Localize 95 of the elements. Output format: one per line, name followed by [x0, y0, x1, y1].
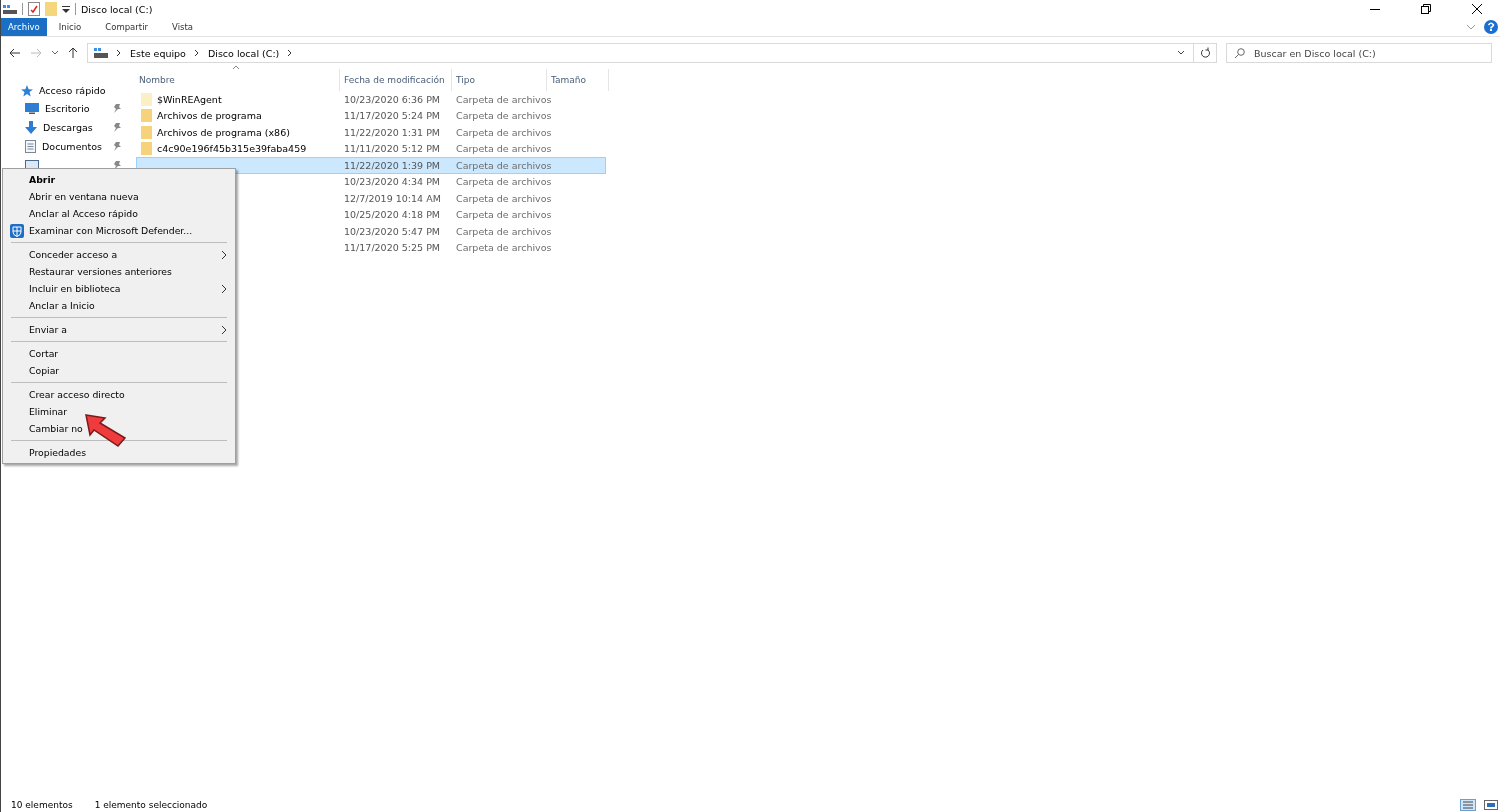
shield-icon [10, 224, 24, 238]
date-cell: 10/23/2020 4:34 PM [344, 176, 441, 188]
status-text: 1 elemento seleccionado [94, 800, 208, 810]
recent-dropdown-icon[interactable] [51, 50, 59, 56]
status-text: 10 elementos [11, 800, 73, 810]
search-field[interactable]: Buscar en Disco local (C:) [1226, 43, 1492, 63]
document-icon [25, 140, 36, 153]
menu-item[interactable]: Examinar con Microsoft Defender... [3, 222, 235, 239]
date-cell: 11/17/2020 5:25 PM [344, 242, 441, 254]
help-icon[interactable] [1484, 20, 1498, 34]
file-name: Archivos de programa (x86) [157, 126, 290, 138]
chevron-right-icon[interactable] [116, 49, 122, 57]
file-name: Archivos de programa [157, 110, 262, 122]
file-name: c4c90e196f45b315e39faba459 [157, 143, 307, 155]
large-icons-view-icon[interactable] [1484, 799, 1498, 811]
type-cell: Carpeta de archivos [456, 126, 552, 138]
date-cell: 11/11/2020 5:12 PM [344, 143, 441, 155]
ribbon-tab[interactable]: Compartir [93, 18, 160, 36]
sidebar-item[interactable]: Documentos [1, 137, 135, 156]
properties-icon[interactable] [28, 2, 40, 16]
folder-icon [141, 125, 152, 139]
type-cell: Carpeta de archivos [456, 225, 552, 237]
ribbon-tab[interactable]: Vista [160, 18, 205, 36]
breadcrumb-item[interactable]: Este equipo [130, 47, 186, 59]
type-cell: Carpeta de archivos [456, 176, 552, 188]
menu-item[interactable]: Enviar a [3, 321, 235, 338]
file-row[interactable]: Archivos de programa (x86) 11/22/2020 1:31 PM Carpeta de archivos [136, 124, 606, 141]
chevron-right-icon[interactable] [287, 49, 294, 57]
menu-item[interactable]: Copiar [3, 362, 235, 379]
history-dropdown-icon[interactable] [1177, 50, 1185, 56]
type-cell: Carpeta de archivos [456, 143, 552, 155]
back-arrow-icon[interactable] [9, 48, 21, 58]
column-header[interactable]: Tamaño [547, 69, 609, 91]
search-icon [1234, 48, 1245, 59]
download-arrow-icon [25, 121, 37, 134]
menu-item[interactable]: Conceder acceso a [3, 246, 235, 263]
pin-icon[interactable] [113, 142, 121, 151]
menu-item[interactable]: Anclar a Inicio [3, 297, 235, 314]
menu-item[interactable]: Anclar al Acceso rápido [3, 205, 235, 222]
type-cell: Carpeta de archivos [456, 209, 552, 221]
file-row[interactable]: c4c90e196f45b315e39faba459 11/11/2020 5:12 PM Carpeta de archivos [136, 140, 606, 157]
column-header[interactable]: Fecha de modificación [340, 69, 452, 91]
date-cell: 10/25/2020 4:18 PM [344, 209, 441, 221]
ribbon-tab[interactable]: Inicio [46, 18, 94, 36]
date-cell: 10/23/2020 6:36 PM [344, 93, 441, 105]
breadcrumb-item[interactable]: Disco local (C:) [207, 47, 280, 59]
file-row[interactable]: $WinREAgent 10/23/2020 6:36 PM Carpeta de archivos [136, 91, 606, 108]
menu-item[interactable]: Eliminar [3, 403, 235, 420]
menu-item[interactable]: Propiedades [3, 444, 235, 461]
up-arrow-icon[interactable] [68, 47, 78, 59]
drive-icon [3, 3, 17, 15]
date-cell: 11/17/2020 5:24 PM [344, 110, 441, 122]
date-cell: 11/22/2020 1:39 PM [344, 159, 441, 171]
pin-icon[interactable] [113, 123, 121, 132]
file-row[interactable]: Archivos de programa 11/17/2020 5:24 PM Carpeta de archivos [136, 107, 606, 124]
type-cell: Carpeta de archivos [456, 192, 552, 204]
window-title: Disco local (C:) [81, 3, 153, 15]
file-row[interactable]: 11/22/2020 1:39 PM Carpeta de archivos [136, 157, 606, 174]
menu-item[interactable]: Restaurar versiones anteriores [3, 263, 235, 280]
menu-item[interactable]: Cambiar no [3, 420, 235, 437]
dropdown-icon[interactable] [62, 5, 70, 13]
type-cell: Carpeta de archivos [456, 242, 552, 254]
pin-icon[interactable] [113, 161, 121, 170]
ribbon-tab[interactable]: Archivo [1, 18, 47, 36]
column-header[interactable]: Nombre [135, 69, 340, 91]
type-cell: Carpeta de archivos [456, 110, 552, 122]
menu-item[interactable]: Abrir [3, 171, 235, 188]
sidebar-item[interactable]: Acceso rápido [1, 81, 135, 100]
menu-item[interactable]: Crear acceso directo [3, 386, 235, 403]
column-header[interactable]: Tipo [452, 69, 547, 91]
menu-item[interactable]: Incluir en biblioteca [3, 280, 235, 297]
pointer-arrow-icon [85, 414, 127, 448]
menu-item[interactable]: Cortar [3, 345, 235, 362]
monitor-icon [25, 103, 39, 114]
address-bar[interactable]: Este equipo Disco local (C:) [87, 43, 1194, 63]
refresh-button[interactable] [1193, 43, 1217, 63]
sort-caret-icon [232, 65, 240, 70]
refresh-icon [1199, 47, 1211, 59]
date-cell: 11/22/2020 1:31 PM [344, 126, 441, 138]
type-cell: Carpeta de archivos [456, 93, 552, 105]
sidebar-item[interactable]: Escritorio [1, 99, 135, 118]
type-cell: Carpeta de archivos [456, 159, 552, 171]
computer-icon [94, 47, 108, 59]
folder-icon [141, 109, 152, 123]
date-cell: 10/23/2020 5:47 PM [344, 225, 441, 237]
folder-icon [141, 142, 152, 156]
menu-item[interactable]: Abrir en ventana nueva [3, 188, 235, 205]
sidebar-item[interactable]: Descargas [1, 118, 135, 137]
folder-icon [141, 92, 152, 106]
chevron-icon[interactable] [1466, 23, 1476, 31]
date-cell: 12/7/2019 10:14 AM [344, 192, 441, 204]
chevron-right-icon[interactable] [193, 49, 200, 57]
pin-icon[interactable] [113, 104, 121, 113]
file-name: $WinREAgent [157, 93, 222, 105]
star-icon [21, 84, 33, 97]
